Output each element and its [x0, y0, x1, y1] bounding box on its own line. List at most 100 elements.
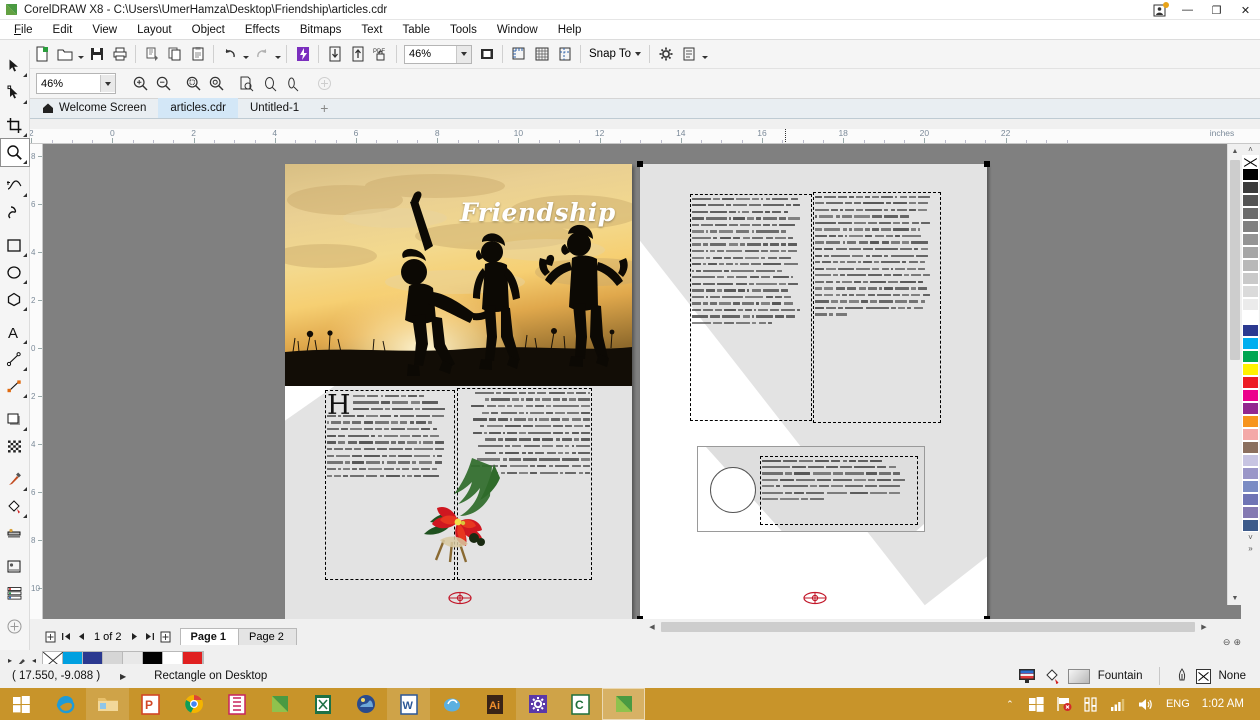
- menu-window[interactable]: Window: [487, 22, 548, 38]
- last-page-button[interactable]: [143, 628, 158, 645]
- fill-color-swatch[interactable]: [1068, 669, 1090, 684]
- corel-connect-icon[interactable]: [291, 43, 314, 66]
- outline-tool[interactable]: [1, 553, 29, 580]
- zoom-percent-combo[interactable]: [36, 73, 116, 94]
- poinsettia-floral-graphic[interactable]: [410, 456, 510, 566]
- document-page-1[interactable]: Friendship H: [285, 164, 632, 619]
- palette-swatch[interactable]: [1242, 207, 1259, 220]
- rectangle-tool[interactable]: [1, 232, 29, 259]
- zoom-percent-chevron-down-icon[interactable]: [100, 75, 115, 92]
- zoom-selected-icon[interactable]: [205, 72, 228, 95]
- sliders-icon[interactable]: [1078, 688, 1104, 720]
- illustrator-icon[interactable]: Ai: [473, 688, 516, 720]
- zoom-level-chevron-down-icon[interactable]: [456, 46, 471, 63]
- minimize-button[interactable]: —: [1173, 0, 1202, 20]
- pdf-icon[interactable]: PDF: [369, 43, 392, 66]
- palette-scroll-down-icon[interactable]: ˅: [1241, 532, 1260, 543]
- language-indicator[interactable]: ENG: [1159, 698, 1197, 710]
- zoom-page-height-icon[interactable]: [281, 72, 304, 95]
- close-button[interactable]: ✕: [1231, 0, 1260, 20]
- favorites-box[interactable]: [697, 446, 925, 532]
- palette-swatch[interactable]: [1242, 246, 1259, 259]
- palette-swatch[interactable]: [1242, 363, 1259, 376]
- taskbar-clock[interactable]: 1:02 AM: [1198, 698, 1254, 710]
- horizontal-scroll-thumb[interactable]: [661, 622, 1195, 632]
- zoom-level-input[interactable]: [405, 47, 449, 61]
- ruler-icon[interactable]: [507, 43, 530, 66]
- menu-text[interactable]: Text: [351, 22, 392, 38]
- zoom-all-objects-icon[interactable]: [182, 72, 205, 95]
- ruler-guide-marker[interactable]: [785, 129, 786, 144]
- zoom-out-icon[interactable]: [152, 72, 175, 95]
- powerpoint-icon[interactable]: P: [129, 688, 172, 720]
- text-tool[interactable]: A: [1, 319, 29, 346]
- horizontal-ruler[interactable]: 420246810121416182022inches: [30, 129, 1260, 144]
- interactive-fill-tool[interactable]: [1, 493, 29, 520]
- transparency-tool[interactable]: [1, 433, 29, 460]
- palette-swatch[interactable]: [1242, 376, 1259, 389]
- folder-open-icon[interactable]: [53, 43, 76, 66]
- add-page-after-icon[interactable]: [158, 628, 173, 645]
- palette-swatch[interactable]: [1242, 337, 1259, 350]
- clipboard-icon[interactable]: [186, 43, 209, 66]
- zoom-page-icon[interactable]: [235, 72, 258, 95]
- redo-arrow-icon[interactable]: [250, 43, 273, 66]
- coreldraw-icon[interactable]: [258, 688, 301, 720]
- windows-flag-icon[interactable]: [1024, 688, 1050, 720]
- previous-page-button[interactable]: [73, 628, 88, 645]
- page-2-right-article-text[interactable]: [815, 194, 939, 421]
- import-down-arrow-icon[interactable]: [323, 43, 346, 66]
- drawing-canvas[interactable]: Friendship H: [43, 144, 1241, 619]
- page-2-left-article-text[interactable]: [692, 196, 810, 419]
- tab-untitled-1[interactable]: Untitled-1: [238, 98, 311, 118]
- color-eyedropper-tool[interactable]: [1, 466, 29, 493]
- shape-tool[interactable]: [1, 79, 29, 106]
- snap-to-dropdown[interactable]: Snap To: [585, 43, 645, 65]
- palette-swatch[interactable]: [1242, 181, 1259, 194]
- palette-swatch[interactable]: [1242, 454, 1259, 467]
- vertical-ruler[interactable]: 8 6 4 2 0 2 4 6 8 10: [30, 144, 43, 619]
- new-tab-button[interactable]: +: [311, 98, 337, 118]
- artistic-media-tool[interactable]: [1, 199, 29, 226]
- settings-gear-icon[interactable]: [516, 688, 559, 720]
- scroll-right-button[interactable]: ▶: [1197, 620, 1211, 634]
- horizontal-scrollbar[interactable]: ◀ ▶: [645, 620, 1227, 634]
- pick-tool[interactable]: [1, 52, 29, 79]
- polygon-tool[interactable]: [1, 286, 29, 313]
- zoom-in-icon[interactable]: [129, 72, 152, 95]
- word-icon[interactable]: W: [387, 688, 430, 720]
- launcher-chevron-down-icon[interactable]: [700, 43, 709, 66]
- windows-start-icon[interactable]: [0, 688, 43, 720]
- palette-swatch[interactable]: [1242, 519, 1259, 532]
- palette-swatch[interactable]: [1242, 467, 1259, 480]
- palette-swatch[interactable]: [1242, 350, 1259, 363]
- palette-swatch[interactable]: [1242, 298, 1259, 311]
- gear-icon[interactable]: [654, 43, 677, 66]
- palette-swatch[interactable]: [1242, 415, 1259, 428]
- outline-pen-icon[interactable]: [1176, 668, 1188, 684]
- palette-swatch[interactable]: [1242, 506, 1259, 519]
- chrome-icon[interactable]: [172, 688, 215, 720]
- circle-placeholder-shape[interactable]: [710, 467, 756, 513]
- ie-icon[interactable]: [43, 688, 86, 720]
- palette-swatch[interactable]: [1242, 220, 1259, 233]
- menu-object[interactable]: Object: [182, 22, 235, 38]
- zoom-percent-input[interactable]: [37, 77, 93, 91]
- menu-edit[interactable]: Edit: [43, 22, 83, 38]
- palette-expand-icon[interactable]: »: [1241, 543, 1260, 554]
- tab-welcome-screen[interactable]: Welcome Screen: [30, 98, 158, 118]
- first-page-button[interactable]: [58, 628, 73, 645]
- palette-swatch[interactable]: [1242, 324, 1259, 337]
- coreldraw-active-icon[interactable]: [602, 688, 645, 720]
- corel-c-icon[interactable]: C: [559, 688, 602, 720]
- speaker-icon[interactable]: [1132, 688, 1158, 720]
- vertical-scroll-thumb[interactable]: [1230, 160, 1240, 360]
- user-account-button[interactable]: [1145, 0, 1173, 20]
- launcher-icon[interactable]: [677, 43, 700, 66]
- restore-button[interactable]: ❐: [1202, 0, 1231, 20]
- palette-swatch[interactable]: [1242, 493, 1259, 506]
- outline-none-swatch[interactable]: [1196, 669, 1211, 684]
- menu-bitmaps[interactable]: Bitmaps: [290, 22, 352, 38]
- color-palette[interactable]: ˄ ˅ »: [1241, 144, 1260, 619]
- new-page-icon[interactable]: [30, 43, 53, 66]
